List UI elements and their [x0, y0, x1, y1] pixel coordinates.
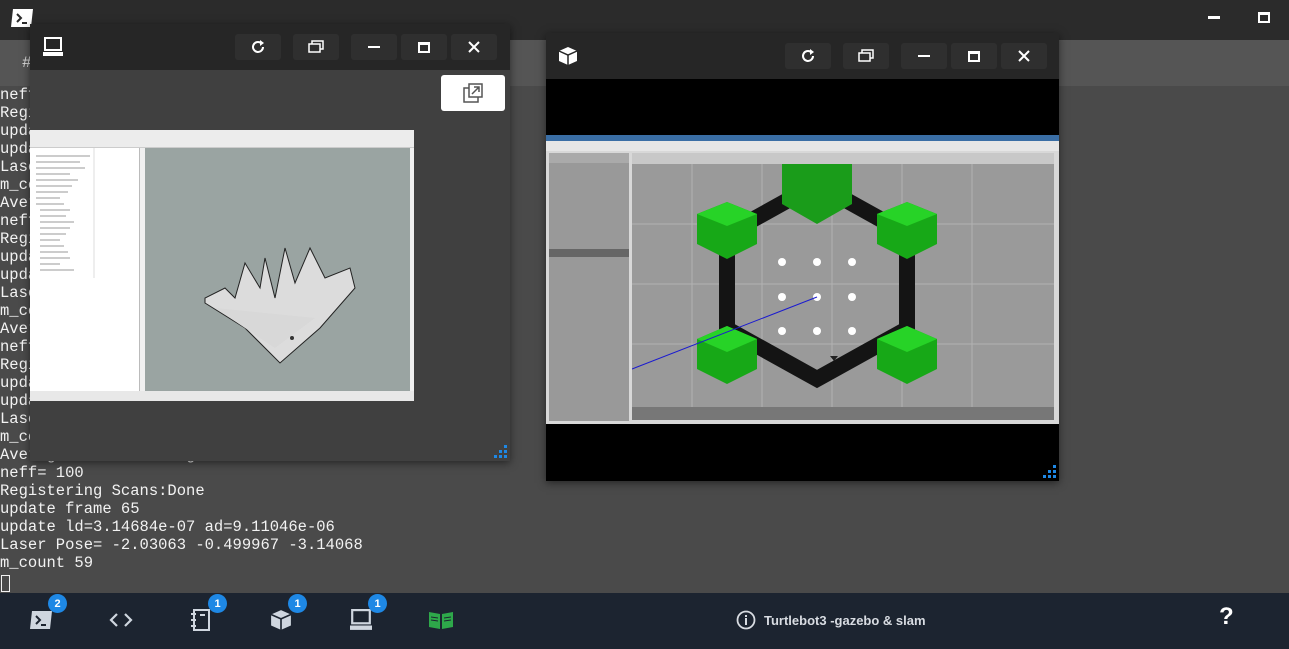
rviz-titlebar[interactable] [30, 24, 510, 70]
minimize-icon [918, 55, 930, 57]
close-icon [468, 41, 480, 53]
minimize-window-button[interactable] [351, 34, 397, 60]
popout-icon [463, 83, 483, 103]
help-button[interactable]: ? [1219, 603, 1234, 631]
cube-icon [558, 47, 578, 65]
desktop-icon [43, 37, 63, 56]
map-view[interactable] [145, 148, 410, 391]
dock-code-button[interactable] [106, 607, 136, 633]
rviz-content [30, 70, 510, 461]
minimize-button[interactable] [1196, 6, 1232, 28]
popout-button[interactable] [441, 75, 505, 111]
project-title: Turtlebot3 -gazebo & slam [736, 610, 926, 630]
notebook-badge: 1 [208, 594, 227, 613]
open-book-icon [429, 612, 453, 629]
gazebo-statusbar [632, 407, 1054, 420]
dock-book-button[interactable] [426, 607, 456, 633]
restore-button[interactable] [843, 43, 889, 69]
dock-gazebo-button[interactable]: 1 [266, 594, 307, 633]
terminal-line: update frame 65 [0, 500, 140, 518]
resize-grip-icon[interactable] [492, 443, 508, 459]
terminal-line: Laser Pose= -2.03063 -0.499967 -3.14068 [0, 536, 363, 554]
slam-map [204, 246, 356, 364]
maximize-icon [1258, 11, 1270, 23]
notebook-icon [191, 609, 210, 631]
rviz-statusbar [30, 391, 414, 401]
gazebo-content [546, 79, 1059, 481]
project-title-text: Turtlebot3 -gazebo & slam [764, 612, 926, 628]
reload-icon [802, 49, 814, 62]
rviz-window[interactable] [30, 24, 510, 461]
dock-desktop-button[interactable]: 1 [346, 594, 387, 633]
maximize-icon [418, 41, 430, 53]
reload-icon [252, 40, 264, 53]
turtlebot-world [631, 164, 1054, 407]
maximize-window-button[interactable] [401, 34, 447, 60]
close-button[interactable] [451, 34, 497, 60]
gazebo-menubar [546, 141, 1059, 151]
maximize-icon [968, 50, 980, 62]
minimize-icon [1208, 15, 1220, 19]
reload-button[interactable] [235, 34, 281, 60]
terminal-cursor [1, 575, 10, 592]
bottom-dock: 2 1 1 1 Turtlebot3 -gazebo & slam ? [0, 593, 1289, 649]
minimize-icon [368, 46, 380, 48]
gazebo-toolbar [632, 153, 1054, 164]
gazebo-scene[interactable] [631, 164, 1054, 407]
maximize-window-button[interactable] [951, 43, 997, 69]
terminal-line: Registering Scans:Done [0, 482, 205, 500]
restore-icon [308, 40, 324, 53]
gazebo-badge: 1 [288, 594, 307, 613]
maximize-button[interactable] [1246, 6, 1282, 28]
rviz-toolbar [30, 130, 414, 148]
gazebo-world-panel [549, 153, 629, 421]
reload-button[interactable] [785, 43, 831, 69]
terminal-line: m_count 59 [0, 554, 94, 572]
gazebo-titlebar[interactable] [546, 33, 1059, 79]
info-icon [736, 610, 756, 630]
restore-button[interactable] [293, 34, 339, 60]
displays-tree [36, 148, 95, 278]
terminal-badge: 2 [48, 594, 67, 613]
close-button[interactable] [1001, 43, 1047, 69]
desktop-icon [350, 609, 372, 630]
dock-notebook-button[interactable]: 1 [186, 594, 227, 633]
terminal-icon [30, 611, 52, 629]
close-icon [1018, 50, 1030, 62]
restore-icon [858, 49, 874, 62]
desktop-badge: 1 [368, 594, 387, 613]
gazebo-window[interactable] [546, 33, 1059, 481]
dock-terminal-button[interactable]: 2 [26, 594, 67, 633]
terminal-line: update ld=3.14684e-07 ad=9.11046e-06 [0, 518, 335, 536]
rviz-displays-panel [30, 148, 140, 391]
minimize-window-button[interactable] [901, 43, 947, 69]
cube-icon [270, 610, 292, 630]
resize-grip-icon[interactable] [1041, 463, 1057, 479]
code-icon [109, 613, 133, 627]
rviz-view[interactable] [30, 130, 414, 391]
gazebo-view[interactable] [546, 135, 1059, 424]
